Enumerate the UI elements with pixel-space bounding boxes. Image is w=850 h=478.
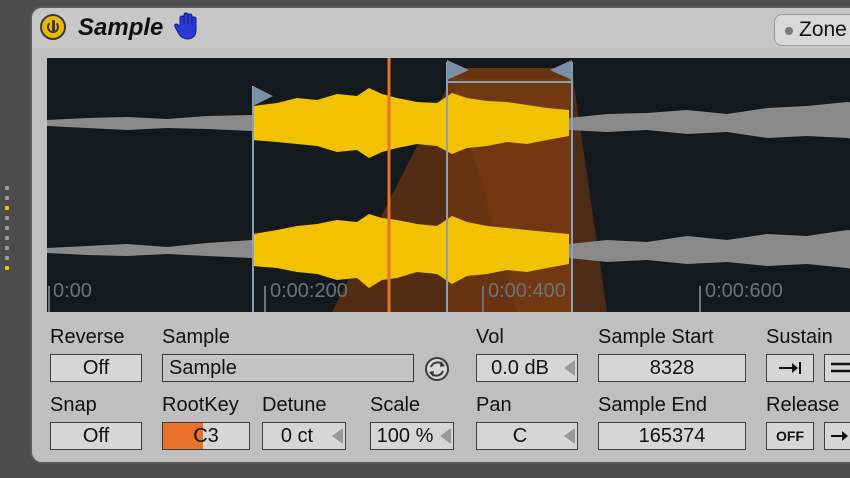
sustain-mode-button[interactable]: [766, 354, 814, 382]
zone-label: Zone: [799, 18, 847, 41]
release-off-button[interactable]: OFF: [766, 422, 814, 450]
parameter-panel: Reverse Off Snap Off Sample Sample RootK…: [32, 314, 850, 462]
zone-led-icon: [785, 27, 793, 35]
waveform-left-channel-grey-right: [569, 102, 850, 139]
rootkey-field[interactable]: C3: [162, 422, 250, 450]
time-label-2: 0:00:400: [488, 280, 566, 302]
waveform-display[interactable]: 0:00 0:00:200 0:00:400 0:00:600: [47, 58, 850, 312]
pan-arrow-icon: [564, 428, 575, 444]
pan-field[interactable]: C: [476, 422, 578, 450]
detune-label: Detune: [262, 394, 327, 416]
sample-end-field[interactable]: 165374: [598, 422, 746, 450]
release-mode-button[interactable]: [824, 422, 850, 450]
release-label: Release: [766, 394, 840, 416]
waveform-right-channel-grey-right: [569, 230, 850, 269]
time-label-3: 0:00:600: [705, 280, 783, 302]
detune-field[interactable]: 0 ct: [262, 422, 346, 450]
waveform-right-channel-grey: [47, 240, 252, 258]
volume-value: 0.0 dB: [491, 357, 549, 379]
snap-value: Off: [82, 425, 110, 447]
scale-arrow-icon: [440, 428, 451, 444]
hot-swap-icon[interactable]: [424, 356, 450, 382]
sample-start-field[interactable]: 8328: [598, 354, 746, 382]
reverse-value: Off: [82, 357, 110, 379]
sample-start-label: Sample Start: [598, 326, 714, 348]
equals-icon: [831, 362, 850, 373]
power-toggle-icon[interactable]: [40, 14, 66, 40]
sample-name-field[interactable]: Sample: [162, 354, 414, 382]
release-off-label: OFF: [776, 428, 804, 444]
rootkey-value: C3: [193, 425, 219, 447]
volume-field[interactable]: 0.0 dB: [476, 354, 578, 382]
snap-label: Snap: [50, 394, 97, 416]
scale-label: Scale: [370, 394, 421, 416]
sampler-device: Sample Zone 0:00 0:00:200 0:00:400 0:00:…: [30, 6, 850, 464]
zone-button[interactable]: Zone: [774, 14, 850, 46]
sample-name-value: Sample: [169, 357, 237, 379]
vol-label: Vol: [476, 326, 504, 348]
device-title: Sample: [78, 14, 164, 41]
scale-field[interactable]: 100 %: [370, 422, 454, 450]
sample-start-value: 8328: [649, 357, 695, 379]
sample-end-label: Sample End: [598, 394, 707, 416]
loop-forward-icon: [779, 362, 801, 374]
sustain-label: Sustain: [766, 326, 833, 348]
time-label-1: 0:00:200: [270, 280, 348, 302]
pan-label: Pan: [476, 394, 512, 416]
loop-forward-icon: [831, 431, 848, 441]
sustain-loop-button[interactable]: [824, 354, 850, 382]
device-title-bar: Sample Zone: [32, 8, 850, 48]
detune-value: 0 ct: [280, 425, 314, 447]
scale-value: 100 %: [376, 425, 434, 447]
pan-value: C: [512, 425, 528, 447]
hand-icon[interactable]: [172, 12, 202, 42]
time-label-0: 0:00: [53, 280, 92, 302]
snap-toggle[interactable]: Off: [50, 422, 142, 450]
rootkey-label: RootKey: [162, 394, 239, 416]
sample-label: Sample: [162, 326, 230, 348]
sample-end-value: 165374: [638, 425, 706, 447]
device-fold-handle[interactable]: [5, 186, 11, 276]
sample-start-marker-flag[interactable]: [253, 86, 273, 106]
detune-arrow-icon: [332, 428, 343, 444]
reverse-label: Reverse: [50, 326, 125, 348]
reverse-toggle[interactable]: Off: [50, 354, 142, 382]
waveform-left-channel-grey: [47, 115, 252, 131]
volume-arrow-icon: [564, 360, 575, 376]
